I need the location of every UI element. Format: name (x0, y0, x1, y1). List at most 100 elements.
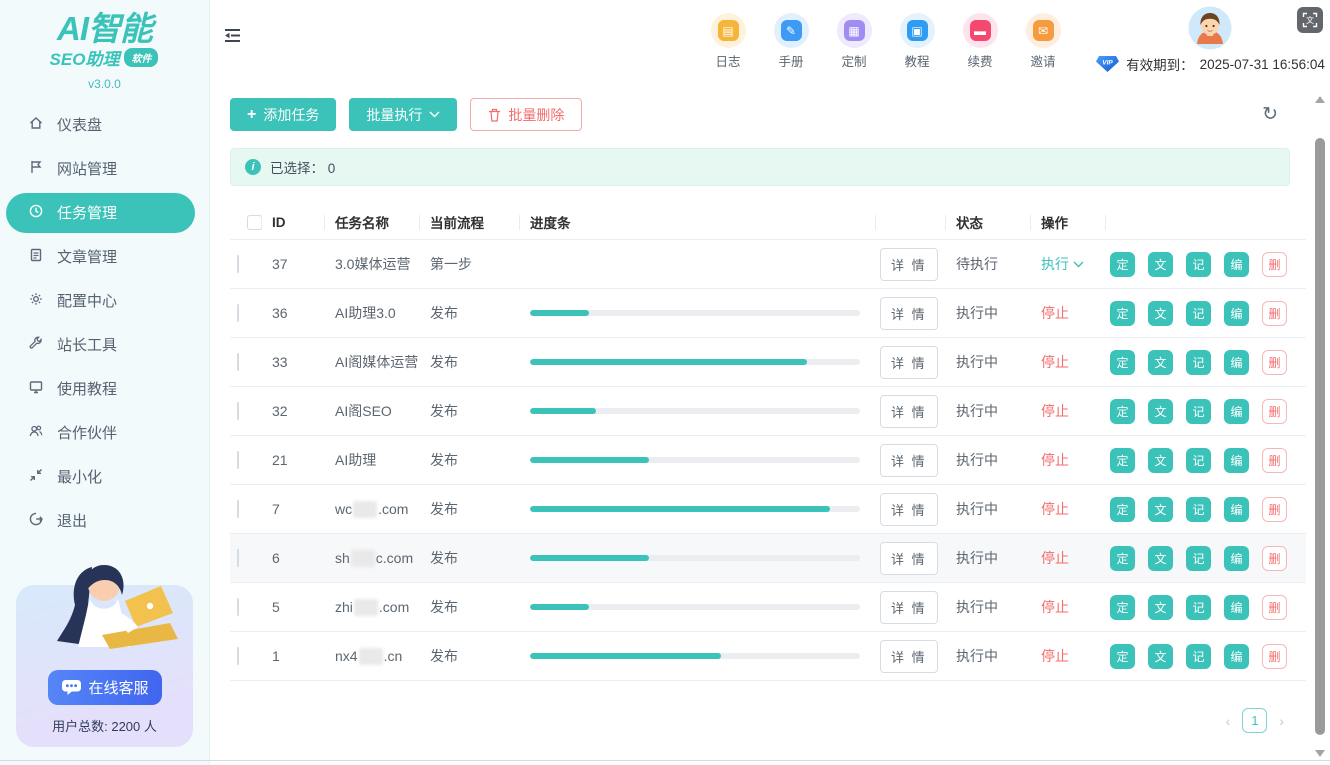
op-edit-button[interactable]: 编 (1224, 546, 1249, 571)
op-delete-button[interactable]: 删 (1262, 350, 1287, 375)
op-delete-button[interactable]: 删 (1262, 301, 1287, 326)
op-record-button[interactable]: 记 (1186, 595, 1211, 620)
op-delete-button[interactable]: 删 (1262, 252, 1287, 277)
sidebar-item-任务管理[interactable]: 任务管理 (6, 193, 195, 233)
row-checkbox[interactable] (237, 402, 239, 420)
sidebar-item-文章管理[interactable]: 文章管理 (0, 237, 195, 277)
detail-button[interactable]: 详 情 (880, 248, 938, 281)
next-page-arrow[interactable]: › (1279, 713, 1284, 729)
action-link[interactable]: 停止 (1031, 548, 1106, 568)
sidebar-item-退出[interactable]: 退出 (0, 501, 195, 541)
op-schedule-button[interactable]: 定 (1110, 497, 1135, 522)
sidebar-item-合作伙伴[interactable]: 合作伙伴 (0, 413, 195, 453)
op-edit-button[interactable]: 编 (1224, 497, 1249, 522)
action-link[interactable]: 停止 (1031, 499, 1106, 519)
select-all-checkbox[interactable] (247, 215, 262, 230)
detail-button[interactable]: 详 情 (880, 297, 938, 330)
user-avatar[interactable] (1188, 6, 1232, 50)
vertical-scrollbar[interactable] (1312, 86, 1329, 765)
topbar-tutorial-icon[interactable]: ▣ 教程 (898, 13, 936, 70)
action-link[interactable]: 停止 (1031, 352, 1106, 372)
add-task-button[interactable]: + 添加任务 (230, 98, 336, 131)
screenshot-translate-icon[interactable]: 文 (1297, 7, 1323, 33)
refresh-icon[interactable]: ↻ (1262, 105, 1278, 124)
action-link[interactable]: 停止 (1031, 450, 1106, 470)
op-article-button[interactable]: 文 (1148, 252, 1173, 277)
row-checkbox[interactable] (237, 647, 239, 665)
sidebar-item-使用教程[interactable]: 使用教程 (0, 369, 195, 409)
topbar-custom-icon[interactable]: ▦ 定制 (835, 13, 873, 70)
topbar-manual-icon[interactable]: ✎ 手册 (772, 13, 810, 70)
op-delete-button[interactable]: 删 (1262, 644, 1287, 669)
op-schedule-button[interactable]: 定 (1110, 350, 1135, 375)
prev-page-arrow[interactable]: ‹ (1226, 713, 1231, 729)
op-delete-button[interactable]: 删 (1262, 595, 1287, 620)
row-checkbox[interactable] (237, 255, 239, 273)
op-schedule-button[interactable]: 定 (1110, 644, 1135, 669)
op-article-button[interactable]: 文 (1148, 595, 1173, 620)
detail-button[interactable]: 详 情 (880, 346, 938, 379)
page-number[interactable]: 1 (1242, 708, 1267, 733)
scrollbar-thumb[interactable] (1315, 138, 1325, 735)
op-article-button[interactable]: 文 (1148, 399, 1173, 424)
op-delete-button[interactable]: 删 (1262, 546, 1287, 571)
op-article-button[interactable]: 文 (1148, 644, 1173, 669)
scroll-down-arrow[interactable] (1315, 750, 1325, 757)
action-link[interactable]: 停止 (1031, 401, 1106, 421)
detail-button[interactable]: 详 情 (880, 640, 938, 673)
op-edit-button[interactable]: 编 (1224, 644, 1249, 669)
op-record-button[interactable]: 记 (1186, 644, 1211, 669)
detail-button[interactable]: 详 情 (880, 444, 938, 477)
detail-button[interactable]: 详 情 (880, 395, 938, 428)
sidebar-item-配置中心[interactable]: 配置中心 (0, 281, 195, 321)
action-link[interactable]: 停止 (1031, 303, 1106, 323)
op-article-button[interactable]: 文 (1148, 448, 1173, 473)
op-article-button[interactable]: 文 (1148, 301, 1173, 326)
detail-button[interactable]: 详 情 (880, 542, 938, 575)
op-delete-button[interactable]: 删 (1262, 399, 1287, 424)
op-record-button[interactable]: 记 (1186, 252, 1211, 277)
sidebar-item-网站管理[interactable]: 网站管理 (0, 149, 195, 189)
action-link[interactable]: 停止 (1031, 597, 1106, 617)
op-edit-button[interactable]: 编 (1224, 448, 1249, 473)
op-edit-button[interactable]: 编 (1224, 350, 1249, 375)
op-article-button[interactable]: 文 (1148, 546, 1173, 571)
op-record-button[interactable]: 记 (1186, 399, 1211, 424)
op-edit-button[interactable]: 编 (1224, 301, 1249, 326)
detail-button[interactable]: 详 情 (880, 493, 938, 526)
op-schedule-button[interactable]: 定 (1110, 448, 1135, 473)
sidebar-collapse-icon[interactable] (222, 26, 243, 45)
op-edit-button[interactable]: 编 (1224, 595, 1249, 620)
row-checkbox[interactable] (237, 353, 239, 371)
op-record-button[interactable]: 记 (1186, 301, 1211, 326)
row-checkbox[interactable] (237, 500, 239, 518)
online-service-button[interactable]: 在线客服 (47, 670, 161, 705)
op-edit-button[interactable]: 编 (1224, 252, 1249, 277)
op-schedule-button[interactable]: 定 (1110, 546, 1135, 571)
op-schedule-button[interactable]: 定 (1110, 252, 1135, 277)
op-record-button[interactable]: 记 (1186, 448, 1211, 473)
batch-delete-button[interactable]: 批量删除 (470, 98, 582, 131)
op-article-button[interactable]: 文 (1148, 497, 1173, 522)
row-checkbox[interactable] (237, 549, 239, 567)
action-link[interactable]: 停止 (1031, 646, 1106, 666)
sidebar-item-最小化[interactable]: 最小化 (0, 457, 195, 497)
row-checkbox[interactable] (237, 304, 239, 322)
sidebar-item-站长工具[interactable]: 站长工具 (0, 325, 195, 365)
op-record-button[interactable]: 记 (1186, 350, 1211, 375)
sidebar-item-仪表盘[interactable]: 仪表盘 (0, 105, 195, 145)
row-checkbox[interactable] (237, 598, 239, 616)
topbar-log-icon[interactable]: ▤ 日志 (709, 13, 747, 70)
topbar-renew-icon[interactable]: ▬ 续费 (961, 13, 999, 70)
op-schedule-button[interactable]: 定 (1110, 595, 1135, 620)
topbar-invite-icon[interactable]: ✉ 邀请 (1024, 13, 1062, 70)
row-checkbox[interactable] (237, 451, 239, 469)
op-article-button[interactable]: 文 (1148, 350, 1173, 375)
op-schedule-button[interactable]: 定 (1110, 399, 1135, 424)
op-record-button[interactable]: 记 (1186, 497, 1211, 522)
op-record-button[interactable]: 记 (1186, 546, 1211, 571)
action-link[interactable]: 执行 (1031, 254, 1106, 274)
op-delete-button[interactable]: 删 (1262, 448, 1287, 473)
op-edit-button[interactable]: 编 (1224, 399, 1249, 424)
detail-button[interactable]: 详 情 (880, 591, 938, 624)
